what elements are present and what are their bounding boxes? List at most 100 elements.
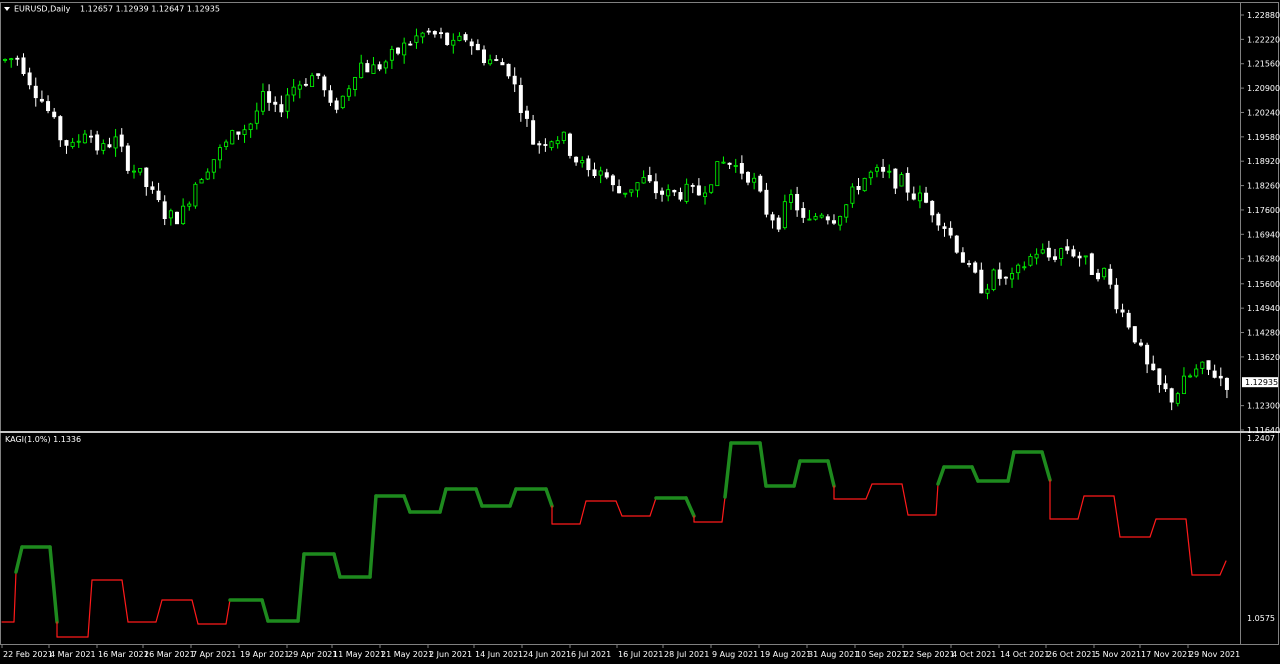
candle-body	[850, 186, 855, 204]
candle-body	[905, 172, 910, 193]
candle-body	[1083, 255, 1088, 258]
candle-body	[107, 144, 112, 148]
candle-body	[125, 145, 130, 171]
time-tick-label: 7 Apr 2021	[192, 650, 236, 659]
candle-body	[1114, 284, 1119, 310]
kagi-yin-segment	[1077, 495, 1085, 520]
candle-body	[746, 171, 751, 183]
price-tick-label: 1.20900	[1247, 84, 1280, 93]
candle-body	[1145, 344, 1150, 365]
candle-body	[635, 182, 640, 191]
candle-body	[322, 76, 327, 91]
time-tick-label: 28 Jul 2021	[664, 650, 709, 659]
candle-body	[138, 167, 143, 173]
main-chart-frame	[0, 2, 1279, 432]
candle-body	[1126, 312, 1131, 328]
candle-body	[119, 134, 124, 147]
kagi-yin-segment	[579, 500, 587, 525]
candle-body	[150, 186, 155, 190]
candle-body	[1053, 256, 1058, 260]
candle-body	[770, 214, 775, 221]
candle-body	[500, 62, 505, 66]
price-tick-label: 1.21560	[1247, 60, 1280, 69]
kagi-yin-segment	[721, 496, 726, 523]
candle-body	[967, 263, 972, 265]
price-tick-label: 1.20240	[1247, 108, 1280, 117]
candle-body	[1120, 309, 1125, 313]
candle-body	[831, 220, 836, 224]
kagi-yang-segment	[474, 487, 484, 508]
kagi-yang-segment	[792, 459, 802, 488]
price-tick-label: 1.13620	[1247, 353, 1280, 362]
ohlc-readout: 1.12657 1.12939 1.12647 1.12935	[80, 5, 220, 14]
candle-body	[193, 183, 198, 207]
candle-body	[21, 57, 26, 75]
kagi-yin-segment	[901, 483, 909, 516]
candle-body	[1095, 272, 1100, 280]
candle-body	[359, 62, 364, 79]
candle-body	[1089, 253, 1094, 275]
candle-body	[469, 41, 474, 47]
symbol-dropdown-icon[interactable]	[4, 7, 10, 11]
time-tick-label: 21 May 2021	[381, 650, 433, 659]
candle-body	[174, 211, 179, 225]
candle-body	[561, 131, 566, 141]
candle-body	[653, 181, 658, 194]
time-tick-label: 19 Aug 2021	[760, 650, 811, 659]
candle-body	[598, 170, 603, 176]
kagi-yin-segment	[1185, 518, 1193, 576]
candle-body	[531, 120, 536, 145]
candle-body	[260, 91, 265, 112]
candle-body	[617, 186, 622, 194]
candle-body	[838, 215, 843, 226]
candle-body	[1003, 276, 1008, 279]
time-tick-label: 31 Aug 2021	[808, 650, 859, 659]
candle-body	[1046, 247, 1051, 258]
time-tick-label: 11 May 2021	[333, 650, 385, 659]
chart-window: EURUSD,Daily 1.12657 1.12939 1.12647 1.1…	[0, 2, 1280, 659]
candle-body	[672, 189, 677, 193]
candle-body	[402, 42, 407, 56]
time-tick-label: 9 Aug 2021	[712, 650, 758, 659]
candle-body	[101, 143, 106, 151]
candle-body	[813, 216, 818, 220]
candle-body	[1102, 267, 1107, 278]
kagi-yin-segment	[1149, 518, 1157, 538]
time-tick-label: 26 Oct 2021	[1047, 650, 1096, 659]
candle-body	[1157, 368, 1162, 385]
time-tick-label: 22 Feb 2021	[3, 650, 53, 659]
kagi-yin-segment	[649, 497, 657, 517]
candle-body	[365, 63, 370, 73]
kagi-yang-segment	[260, 598, 270, 623]
candle-body	[752, 177, 757, 183]
candle-body	[537, 143, 542, 146]
kagi-yin-segment	[87, 579, 93, 638]
candle-body	[396, 47, 401, 54]
candle-body	[1169, 388, 1174, 403]
kagi-yang-segment	[402, 494, 412, 514]
candle-body	[488, 59, 493, 65]
kagi-yang-segment	[1040, 450, 1052, 482]
candle-body	[316, 73, 321, 76]
candle-body	[524, 110, 529, 119]
candle-body	[733, 165, 738, 167]
candle-body	[574, 156, 579, 163]
candle-body	[856, 185, 861, 190]
time-tick-label: 16 Mar 2021	[98, 650, 149, 659]
candle-body	[1028, 255, 1033, 266]
kagi-yang-segment	[14, 545, 24, 574]
candle-body	[371, 64, 376, 74]
candle-body	[684, 183, 689, 202]
candle-body	[144, 167, 149, 188]
candle-body	[132, 170, 137, 173]
candle-body	[76, 140, 81, 143]
kagi-yang-segment	[48, 545, 59, 624]
candle-body	[997, 269, 1002, 279]
candle-body	[641, 177, 646, 184]
candle-body	[162, 201, 167, 220]
candle-body	[463, 34, 468, 41]
candle-body	[377, 64, 382, 70]
candle-body	[168, 210, 173, 219]
candle-body	[1218, 375, 1223, 379]
price-tick-label: 1.16940	[1247, 230, 1280, 239]
